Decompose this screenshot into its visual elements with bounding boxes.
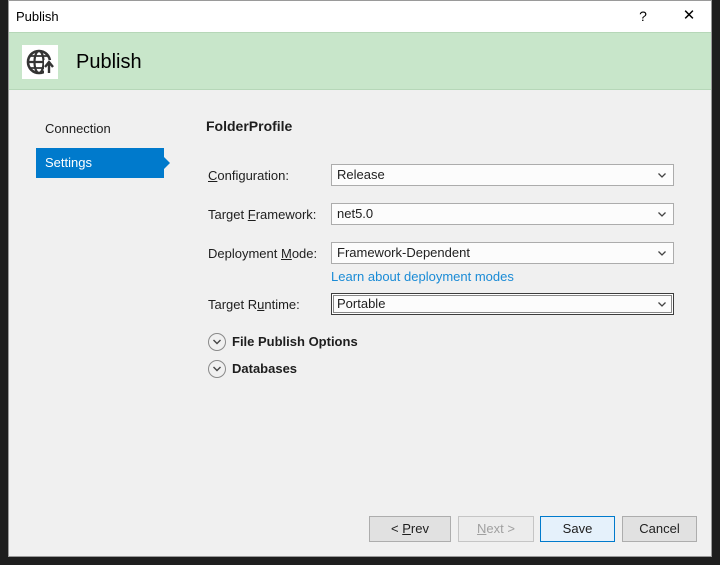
chevron-down-icon [658, 173, 666, 178]
title-bar: Publish ? ✕ [9, 1, 711, 32]
deployment-mode-label: Deployment Mode: [208, 246, 318, 261]
chevron-down-icon [658, 212, 666, 217]
header-title: Publish [76, 51, 142, 73]
sidebar-item-settings[interactable]: Settings [36, 148, 170, 178]
chevron-down-icon [658, 251, 666, 256]
target-runtime-label: Target Runtime: [208, 297, 300, 312]
prev-button[interactable]: < Prev [369, 516, 451, 542]
expand-chevron-icon [208, 360, 226, 378]
target-runtime-value: Portable [337, 296, 386, 311]
deployment-mode-select[interactable]: Framework-Dependent [331, 242, 674, 264]
file-publish-options-label: File Publish Options [232, 334, 358, 349]
configuration-value: Release [337, 167, 385, 182]
target-framework-value: net5.0 [337, 206, 374, 221]
profile-name: FolderProfile [206, 118, 293, 134]
sidebar-item-label: Connection [45, 121, 111, 136]
target-runtime-select[interactable]: Portable [331, 293, 674, 315]
help-button[interactable]: ? [631, 5, 655, 27]
target-framework-select[interactable]: net5.0 [331, 203, 674, 225]
databases-label: Databases [232, 361, 298, 376]
deployment-mode-value: Framework-Dependent [337, 245, 470, 260]
save-button[interactable]: Save [540, 516, 615, 542]
sidebar-item-connection[interactable]: Connection [36, 114, 164, 144]
sidebar-item-label: Settings [45, 155, 92, 170]
sidebar-nav: Connection Settings [36, 114, 176, 182]
next-button[interactable]: Next > [458, 516, 534, 542]
header-banner: Publish [9, 32, 711, 90]
publish-dialog: Publish ? ✕ Publish Connection Settings … [8, 0, 712, 557]
window-title: Publish [16, 9, 59, 24]
deployment-modes-link[interactable]: Learn about deployment modes [331, 269, 514, 284]
target-framework-label: Target Framework: [208, 207, 317, 222]
globe-publish-icon [22, 45, 58, 79]
cancel-button[interactable]: Cancel [622, 516, 697, 542]
close-button[interactable]: ✕ [677, 5, 701, 27]
configuration-label: Configuration: [208, 168, 289, 183]
expand-chevron-icon [208, 333, 226, 351]
configuration-select[interactable]: Release [331, 164, 674, 186]
chevron-down-icon [658, 302, 666, 307]
